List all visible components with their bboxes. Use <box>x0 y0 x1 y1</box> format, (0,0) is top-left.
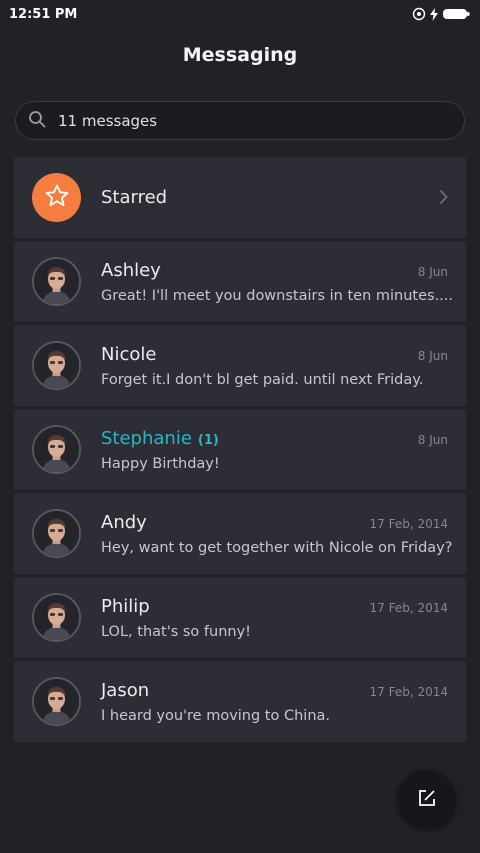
charging-icon <box>430 7 438 21</box>
avatar <box>32 677 81 726</box>
search-input[interactable] <box>58 111 464 130</box>
star-icon <box>44 183 70 213</box>
message-date: 17 Feb, 2014 <box>369 685 449 699</box>
avatar <box>32 593 81 642</box>
avatar <box>32 509 81 558</box>
contact-name: Andy <box>101 512 147 533</box>
conversation-row[interactable]: Jason 17 Feb, 2014 I heard you're moving… <box>14 661 466 742</box>
contact-name: Ashley <box>101 260 161 281</box>
avatar <box>32 425 81 474</box>
contact-name: Jason <box>101 680 149 701</box>
message-date: 8 Jun <box>417 265 448 279</box>
contact-name: Stephanie (1) <box>101 428 219 449</box>
contact-name-text: Ashley <box>101 260 161 281</box>
message-preview: Happy Birthday! <box>101 456 220 472</box>
starred-label: Starred <box>101 187 168 208</box>
contact-name-text: Andy <box>101 512 147 533</box>
message-preview: Great! I'll meet you downstairs in ten m… <box>101 288 453 304</box>
starred-row[interactable]: Starred <box>14 157 466 238</box>
status-time: 12:51 PM <box>9 6 78 22</box>
compose-icon <box>418 789 436 811</box>
battery-icon <box>442 8 470 20</box>
contact-name-text: Nicole <box>101 344 157 365</box>
compose-button[interactable] <box>397 770 456 829</box>
message-date: 8 Jun <box>417 349 448 363</box>
message-date: 8 Jun <box>417 433 448 447</box>
conversation-row[interactable]: Philip 17 Feb, 2014 LOL, that's so funny… <box>14 577 466 658</box>
contact-name-text: Jason <box>101 680 150 701</box>
conversation-row[interactable]: Nicole 8 Jun Forget it.I don't bl get pa… <box>14 325 466 406</box>
unread-count-badge: (1) <box>197 433 219 448</box>
contact-name: Philip <box>101 596 150 617</box>
conversation-row[interactable]: Ashley 8 Jun Great! I'll meet you downst… <box>14 241 466 322</box>
sync-icon <box>412 7 426 21</box>
chevron-right-icon <box>439 189 448 209</box>
avatar <box>32 257 81 306</box>
contact-name: Nicole <box>101 344 156 365</box>
conversation-row[interactable]: Andy 17 Feb, 2014 Hey, want to get toget… <box>14 493 466 574</box>
avatar <box>32 341 81 390</box>
status-icons <box>412 7 470 21</box>
message-date: 17 Feb, 2014 <box>369 517 449 531</box>
page-title: Messaging <box>182 44 298 66</box>
search-bar[interactable] <box>15 101 465 140</box>
message-preview: LOL, that's so funny! <box>101 624 251 640</box>
message-date: 17 Feb, 2014 <box>369 601 449 615</box>
message-preview: Forget it.I don't bl get paid. until nex… <box>101 372 424 388</box>
contact-name-text: Philip <box>101 596 150 617</box>
message-preview: Hey, want to get together with Nicole on… <box>101 540 453 556</box>
conversation-row[interactable]: Stephanie (1) 8 Jun Happy Birthday! <box>14 409 466 490</box>
starred-avatar <box>32 173 81 222</box>
status-bar: 12:51 PM <box>0 0 480 28</box>
message-preview: I heard you're moving to China. <box>101 708 331 724</box>
search-icon <box>28 110 58 132</box>
contact-name-text: Stephanie <box>101 428 192 449</box>
conversation-list: Starred Ashley 8 Jun Great! I'll meet yo… <box>14 157 466 745</box>
